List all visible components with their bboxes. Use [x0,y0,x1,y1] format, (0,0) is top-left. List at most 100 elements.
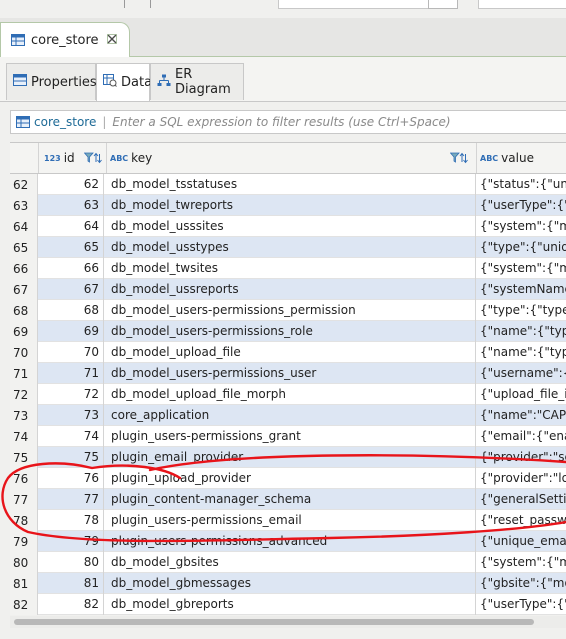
cell-id[interactable]: 69 [40,321,104,342]
table-row[interactable]: 6666db_model_twsites{"system":{"mo [10,258,566,279]
cell-key[interactable]: plugin_users-permissions_grant [106,426,476,447]
cell-key[interactable]: plugin_users-permissions_advanced [106,531,476,552]
results-grid[interactable]: 123 id ABC key ABC value 62 62 db_model_ts… [10,142,566,615]
table-row[interactable]: 8181db_model_gbmessages{"gbsite":{"mod [10,573,566,594]
table-row[interactable]: 68 68 db_model_users-permissions_permissio… [10,300,566,321]
table-row[interactable]: 7373core_application{"name":"CAPIv [10,405,566,426]
table-row[interactable]: 8080db_model_gbsites{"system":{"mo [10,552,566,573]
cell-key[interactable]: db_model_users-permissions_permission [106,300,476,321]
cell-key[interactable]: db_model_gbreports [106,594,476,615]
cell-id[interactable]: 80 [40,552,104,573]
cell-value[interactable]: {"generalSettin [476,489,566,510]
filter-input[interactable]: Enter a SQL expression to filter results… [112,115,450,129]
cell-value[interactable]: {"upload_file_id [476,384,566,405]
column-header-key[interactable]: ABC key [110,143,474,173]
cell-key[interactable]: plugin_upload_provider [106,468,476,489]
cell-id[interactable]: 63 [40,195,104,216]
cell-key[interactable]: db_model_tsstatuses [106,174,476,195]
cell-value[interactable]: {"system":{"mo [476,258,566,279]
cell-value[interactable]: {"gbsite":{"mod [476,573,566,594]
cell-key[interactable]: db_model_upload_file [106,342,476,363]
cell-value[interactable]: {"type":{"type" [476,300,566,321]
filter-sort-icon[interactable] [450,152,468,164]
table-row[interactable]: 6262db_model_tsstatuses{"status":{"uniq [10,174,566,195]
column-header-value[interactable]: ABC value [480,143,566,173]
cell-id[interactable]: 68 [40,300,104,321]
cell-value[interactable]: {"email":{"enab [476,426,566,447]
table-row[interactable]: 7070db_model_upload_file{"name":{"type [10,342,566,363]
cell-value[interactable]: {"unique_email" [476,531,566,552]
cell-id[interactable]: 66 [40,258,104,279]
cell-id[interactable]: 72 [40,384,104,405]
cell-value[interactable]: {"userType":{"d [476,594,566,615]
table-row[interactable]: 69 69 db_model_users-permissions_role {"nam… [10,321,566,342]
cell-key[interactable]: db_model_twreports [106,195,476,216]
cell-value[interactable]: {"name":{"type [476,321,566,342]
cell-id[interactable]: 64 [40,216,104,237]
table-row[interactable]: 71 71 db_model_users-permissions_user {"use… [10,363,566,384]
horizontal-scrollbar[interactable] [10,616,566,628]
cell-key[interactable]: db_model_usstypes [106,237,476,258]
filter-sort-icon[interactable] [83,152,102,164]
cell-id[interactable]: 71 [40,363,104,384]
cell-id[interactable]: 77 [40,489,104,510]
cell-value[interactable]: {"system":{"mo [476,552,566,573]
cell-key[interactable]: core_application [106,405,476,426]
cell-key[interactable]: db_model_gbmessages [106,573,476,594]
cell-id[interactable]: 62 [40,174,104,195]
cell-key[interactable]: db_model_users-permissions_user [106,363,476,384]
cell-value[interactable]: {"provider":"loc [476,468,566,489]
table-row[interactable]: 78 78 plugin_users-permissions_email {"rese… [10,510,566,531]
toolbar-combo-button[interactable] [428,0,458,9]
cell-value[interactable]: {"status":{"uniq [476,174,566,195]
cell-value[interactable]: {"name":{"type [476,342,566,363]
table-row[interactable]: 72 72 db_model_upload_file_morph {"upload_f… [10,384,566,405]
tab-data[interactable]: Data [96,63,152,101]
cell-key[interactable]: plugin_users-permissions_email [106,510,476,531]
table-row[interactable]: 7575plugin_email_provider{"provider":"se… [10,447,566,468]
cell-value[interactable]: {"type":{"unique [476,237,566,258]
cell-id[interactable]: 73 [40,405,104,426]
cell-key[interactable]: db_model_gbsites [106,552,476,573]
cell-id[interactable]: 82 [40,594,104,615]
editor-tab-core-store[interactable]: core_store [0,22,130,57]
cell-value[interactable]: {"userType":{"d [476,195,566,216]
table-row[interactable]: 76 76 plugin_upload_provider {"provider":"l… [10,468,566,489]
cell-value[interactable]: {"reset_passwo [476,510,566,531]
table-row[interactable]: 8282db_model_gbreports{"userType":{"d [10,594,566,615]
cell-key[interactable]: db_model_twsites [106,258,476,279]
column-header-id[interactable]: 123 id [44,143,106,173]
tab-er-diagram[interactable]: ER Diagram [150,63,244,100]
filter-bar[interactable]: core_store | Enter a SQL expression to f… [10,110,566,134]
cell-value[interactable]: {"username":{" [476,363,566,384]
cell-key[interactable]: db_model_upload_file_morph [106,384,476,405]
table-row[interactable]: 6464db_model_usssites{"system":{"mo [10,216,566,237]
cell-value[interactable]: {"name":"CAPIv [476,405,566,426]
cell-id[interactable]: 79 [40,531,104,552]
cell-id[interactable]: 67 [40,279,104,300]
scrollbar-thumb[interactable] [14,619,534,625]
cell-id[interactable]: 74 [40,426,104,447]
cell-id[interactable]: 76 [40,468,104,489]
cell-key[interactable]: plugin_content-manager_schema [106,489,476,510]
table-row[interactable]: 6565db_model_usstypes{"type":{"unique [10,237,566,258]
cell-key[interactable]: db_model_usssites [106,216,476,237]
cell-id[interactable]: 75 [40,447,104,468]
table-row[interactable]: 77 77 plugin_content-manager_schema {"gener… [10,489,566,510]
cell-id[interactable]: 78 [40,510,104,531]
cell-id[interactable]: 65 [40,237,104,258]
cell-value[interactable]: {"system":{"mo [476,216,566,237]
cell-value[interactable]: {"provider":"ser [476,447,566,468]
cell-id[interactable]: 81 [40,573,104,594]
cell-value[interactable]: {"systemName" [476,279,566,300]
cell-id[interactable]: 70 [40,342,104,363]
table-row[interactable]: 6767db_model_ussreports{"systemName" [10,279,566,300]
table-row[interactable]: 74 74 plugin_users-permissions_grant {"emai… [10,426,566,447]
cell-key[interactable]: plugin_email_provider [106,447,476,468]
tab-properties[interactable]: Properties [6,63,97,100]
cell-key[interactable]: db_model_ussreports [106,279,476,300]
table-row[interactable]: 79 79 plugin_users-permissions_advanced {"u… [10,531,566,552]
cell-key[interactable]: db_model_users-permissions_role [106,321,476,342]
close-icon[interactable] [106,33,117,47]
table-row[interactable]: 6363db_model_twreports{"userType":{"d [10,195,566,216]
